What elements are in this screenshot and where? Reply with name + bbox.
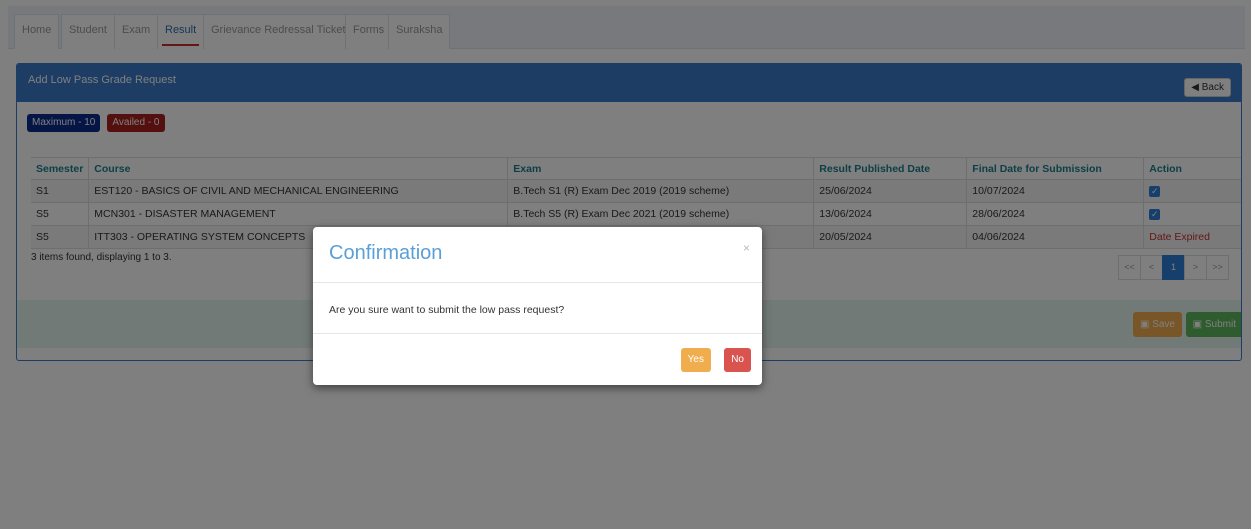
dialog-footer: Yes No — [313, 334, 762, 384]
dialog-title: Confirmation — [329, 242, 443, 264]
confirmation-dialog: Confirmation × Are you sure want to subm… — [313, 227, 762, 385]
yes-button[interactable]: Yes — [680, 348, 711, 372]
dialog-message: Are you sure want to submit the low pass… — [313, 283, 762, 334]
close-icon[interactable]: × — [743, 241, 750, 255]
dialog-header: Confirmation × — [313, 227, 762, 283]
no-button[interactable]: No — [724, 348, 751, 372]
